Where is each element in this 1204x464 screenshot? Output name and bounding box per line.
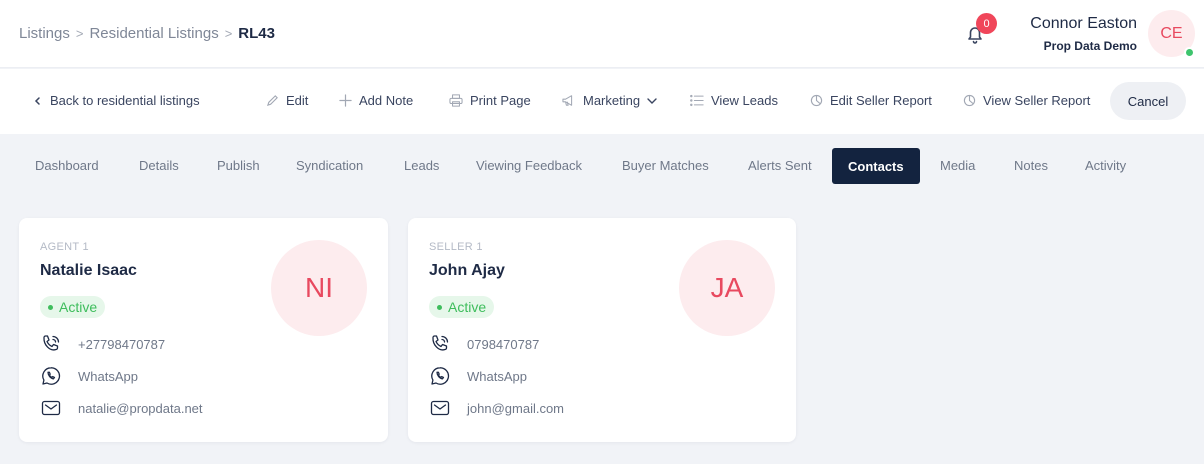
contact-name: Natalie Isaac (40, 262, 137, 279)
contact-avatar: JA (679, 240, 775, 336)
view-leads-button[interactable]: View Leads (690, 93, 778, 108)
tab-media[interactable]: Media (940, 158, 975, 173)
edit-label: Edit (286, 93, 309, 108)
whatsapp-icon (429, 366, 451, 386)
contact-email: natalie@propdata.net (78, 400, 203, 416)
tab-viewing-feedback[interactable]: Viewing Feedback (476, 158, 582, 173)
tab-publish[interactable]: Publish (217, 158, 260, 173)
add-note-button[interactable]: Add Note (339, 93, 413, 108)
breadcrumb-current: RL43 (238, 25, 275, 42)
contact-whatsapp: WhatsApp (467, 368, 527, 384)
megaphone-icon (562, 95, 573, 106)
online-status-dot (1184, 47, 1195, 58)
tab-contacts[interactable]: Contacts (832, 148, 920, 184)
breadcrumb-residential-listings[interactable]: Residential Listings (89, 25, 218, 42)
contact-role: SELLER 1 (429, 241, 483, 253)
contact-phone-row[interactable]: 0798470787 (429, 334, 539, 354)
contact-whatsapp-row[interactable]: WhatsApp (40, 366, 138, 386)
print-page-label: Print Page (470, 93, 531, 108)
tab-syndication[interactable]: Syndication (296, 158, 363, 173)
tab-alerts-sent[interactable]: Alerts Sent (748, 158, 812, 173)
status-label: Active (448, 299, 487, 315)
pie-chart-icon (963, 94, 976, 107)
listing-toolbar: Back to residential listings Edit Add No… (0, 69, 1204, 134)
contact-phone: +27798470787 (78, 336, 166, 352)
back-label: Back to residential listings (50, 93, 200, 108)
breadcrumb-separator: > (224, 26, 233, 41)
mail-icon (429, 398, 451, 418)
pie-chart-icon (810, 94, 823, 107)
contact-card-seller: SELLER 1 John Ajay Active JA 0798470787 … (408, 218, 796, 442)
whatsapp-icon (40, 366, 62, 386)
plus-icon (339, 94, 352, 107)
phone-icon (429, 334, 451, 354)
marketing-dropdown[interactable]: Marketing (562, 93, 658, 108)
contact-phone: 0798470787 (467, 336, 540, 352)
user-company: Prop Data Demo (1043, 39, 1137, 53)
contact-avatar: NI (271, 240, 367, 336)
chevron-down-icon (647, 97, 657, 104)
printer-icon (449, 94, 463, 107)
listing-tabs: Dashboard Details Publish Syndication Le… (0, 134, 1204, 198)
tab-leads[interactable]: Leads (404, 158, 439, 173)
pencil-icon (266, 95, 278, 107)
top-header: Listings > Residential Listings > RL43 0… (0, 0, 1204, 68)
breadcrumb-separator: > (75, 26, 84, 41)
chevron-left-icon (34, 96, 40, 105)
status-dot (48, 304, 53, 310)
view-leads-label: View Leads (711, 93, 778, 108)
tab-buyer-matches[interactable]: Buyer Matches (622, 158, 709, 173)
edit-button[interactable]: Edit (266, 93, 308, 108)
tab-details[interactable]: Details (139, 158, 179, 173)
contact-role: AGENT 1 (40, 241, 89, 253)
contact-whatsapp: WhatsApp (78, 368, 138, 384)
contact-email-row[interactable]: natalie@propdata.net (40, 398, 203, 418)
add-note-label: Add Note (359, 93, 414, 108)
tab-dashboard[interactable]: Dashboard (35, 158, 99, 173)
view-seller-report-button[interactable]: View Seller Report (963, 93, 1090, 108)
breadcrumb-listings[interactable]: Listings (19, 25, 70, 42)
view-seller-report-label: View Seller Report (983, 93, 1091, 108)
status-label: Active (59, 299, 98, 315)
tab-activity[interactable]: Activity (1085, 158, 1126, 173)
user-name: Connor Easton (1030, 15, 1137, 32)
status-badge: Active (40, 296, 106, 318)
contact-name: John Ajay (429, 262, 505, 279)
back-to-listings-link[interactable]: Back to residential listings (33, 93, 200, 108)
contact-email: john@gmail.com (467, 400, 565, 416)
status-badge: Active (429, 296, 495, 318)
marketing-label: Marketing (583, 93, 641, 108)
tab-notes[interactable]: Notes (1014, 158, 1048, 173)
breadcrumb: Listings > Residential Listings > RL43 (19, 25, 275, 42)
cancel-button[interactable]: Cancel (1110, 82, 1186, 120)
mail-icon (40, 398, 62, 418)
list-icon (690, 94, 704, 107)
edit-seller-report-label: Edit Seller Report (830, 93, 932, 108)
print-page-button[interactable]: Print Page (449, 93, 531, 108)
notification-badge: 0 (976, 13, 997, 34)
phone-icon (40, 334, 62, 354)
status-dot (437, 304, 442, 310)
edit-seller-report-button[interactable]: Edit Seller Report (810, 93, 932, 108)
contact-phone-row[interactable]: +27798470787 (40, 334, 165, 354)
contact-whatsapp-row[interactable]: WhatsApp (429, 366, 527, 386)
contact-email-row[interactable]: john@gmail.com (429, 398, 564, 418)
contact-card-agent: AGENT 1 Natalie Isaac Active NI +2779847… (19, 218, 388, 442)
